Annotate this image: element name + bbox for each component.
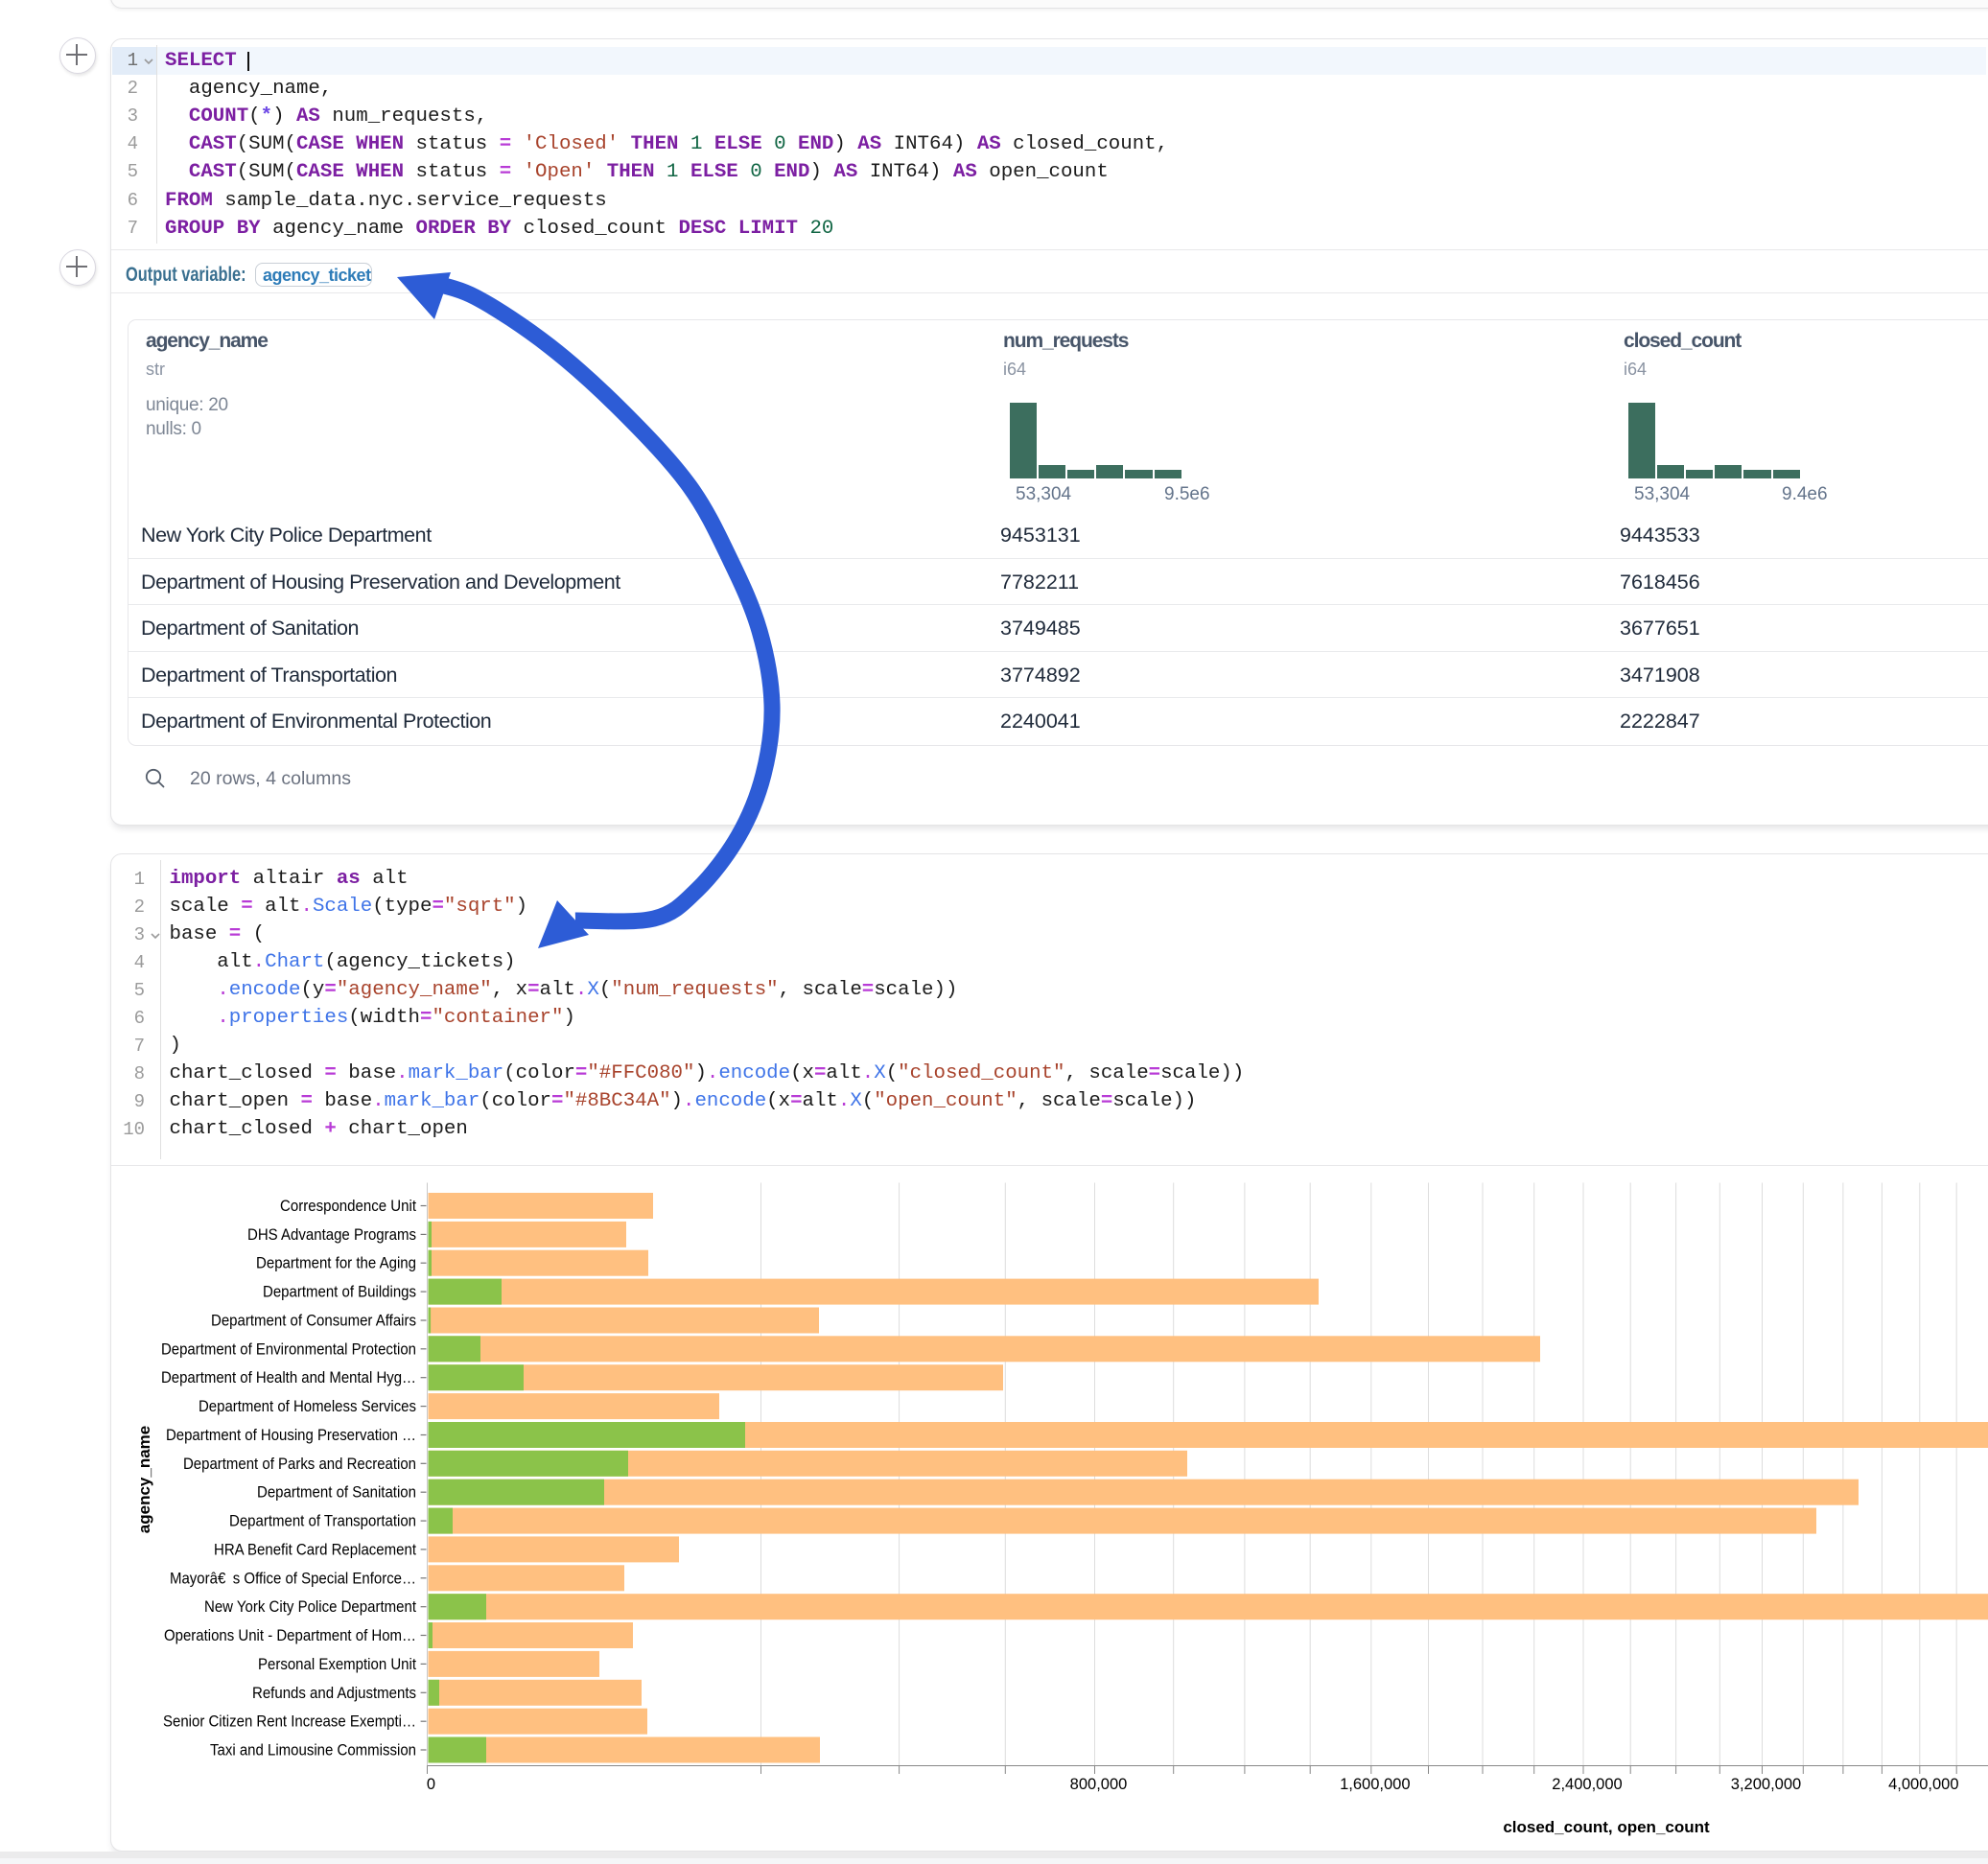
svg-text:Department of Consumer Affairs: Department of Consumer Affairs [211,1313,416,1330]
svg-text:Department of Parks and Recrea: Department of Parks and Recreation [183,1456,416,1473]
svg-text:Department of Health and Menta: Department of Health and Mental Hyg… [161,1369,416,1386]
svg-text:1,600,000: 1,600,000 [1340,1776,1410,1793]
svg-text:Department of Housing Preserva: Department of Housing Preservation … [166,1427,416,1444]
svg-text:Department of Transportation: Department of Transportation [229,1513,416,1530]
svg-text:2,400,000: 2,400,000 [1552,1776,1622,1793]
svg-text:Operations Unit - Department o: Operations Unit - Department of Hom… [164,1627,416,1644]
svg-text:HRA Benefit Card Replacement: HRA Benefit Card Replacement [214,1541,416,1558]
svg-text:Taxi and Limousine Commission: Taxi and Limousine Commission [210,1742,416,1759]
svg-text:Department of Sanitation: Department of Sanitation [257,1484,416,1502]
svg-text:Personal Exemption Unit: Personal Exemption Unit [258,1656,416,1673]
svg-text:Department of Homeless Service: Department of Homeless Services [199,1398,416,1415]
svg-text:Department of Buildings: Department of Buildings [263,1284,416,1301]
svg-text:Department for the Aging: Department for the Aging [256,1255,416,1272]
svg-text:0: 0 [427,1776,435,1793]
svg-text:800,000: 800,000 [1070,1776,1128,1793]
svg-text:closed_count, open_count: closed_count, open_count [1503,1818,1710,1836]
svg-text:Correspondence Unit: Correspondence Unit [280,1198,416,1215]
svg-text:Senior Citizen Rent Increase E: Senior Citizen Rent Increase Exempti… [163,1713,416,1731]
svg-text:New York City Police Departmen: New York City Police Department [204,1598,416,1616]
svg-text:Department of Environmental Pr: Department of Environmental Protection [161,1340,416,1358]
svg-text:Mayorâ€ s Office of Special En: Mayorâ€ s Office of Special Enforce… [170,1570,416,1587]
svg-text:agency_name: agency_name [135,1426,153,1533]
svg-text:DHS Advantage Programs: DHS Advantage Programs [247,1226,416,1244]
svg-text:3,200,000: 3,200,000 [1731,1776,1801,1793]
svg-text:Refunds and Adjustments: Refunds and Adjustments [252,1685,416,1702]
svg-text:4,000,000: 4,000,000 [1888,1776,1958,1793]
